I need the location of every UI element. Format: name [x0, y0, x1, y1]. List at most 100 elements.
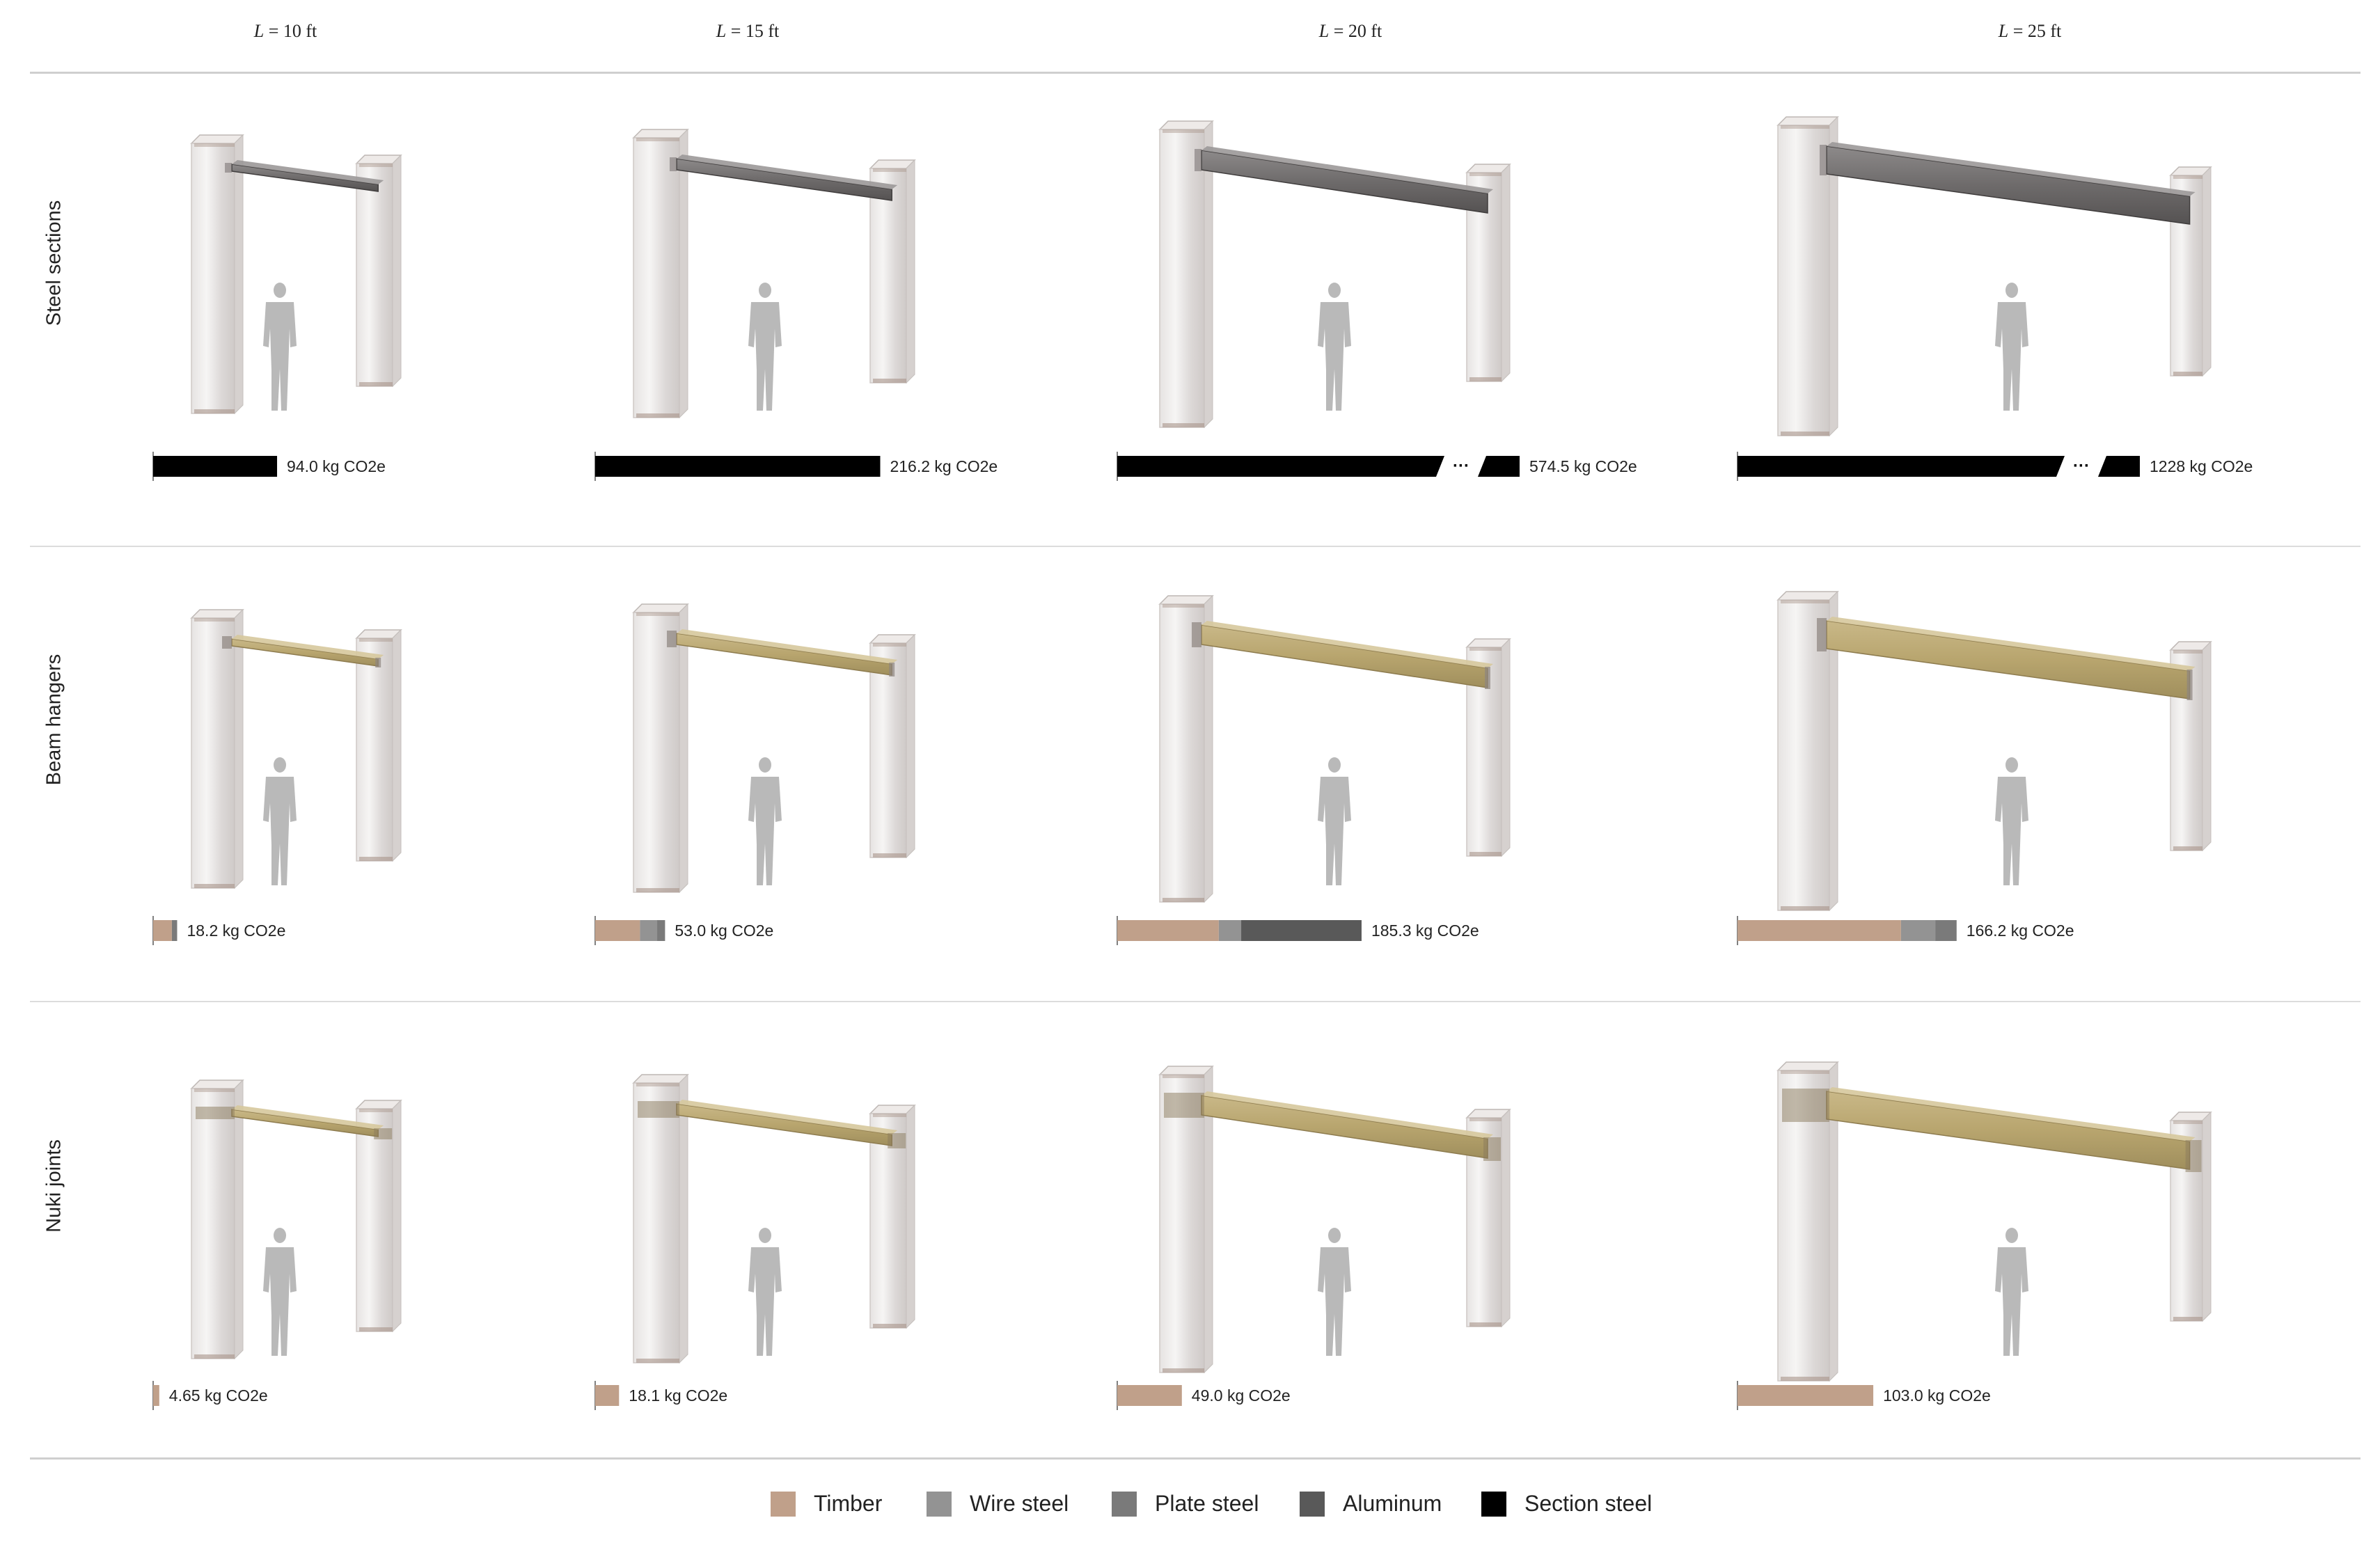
column-header-variable: L: [1998, 21, 2009, 41]
end-plate: [225, 163, 232, 173]
left-column: [190, 608, 244, 889]
legend-label-section-steel: Section steel: [1524, 1491, 1653, 1516]
beam: [1201, 624, 1488, 688]
frame-illustration: [632, 128, 916, 419]
legend-item-aluminum: Aluminum: [1300, 1491, 1442, 1517]
column-header-variable: L: [716, 21, 727, 41]
left-column: [632, 1073, 689, 1364]
left-column: [190, 134, 244, 415]
chart-canvas: 94.0 kg CO2e 216.2 kg CO2e ··· 574.5 kg CO2…: [152, 116, 2253, 1410]
nuki-tenon: [196, 1107, 235, 1119]
legend-item-timber: Timber: [771, 1491, 882, 1517]
bar-segment-wire-steel: [1900, 920, 1936, 941]
bar-segment-plate-steel: [1935, 920, 1957, 941]
nuki-tenon: [2185, 1140, 2202, 1172]
frame-illustration: [632, 1073, 916, 1364]
legend-label-aluminum: Aluminum: [1343, 1491, 1442, 1516]
person-silhouette-icon: [1995, 1228, 2028, 1356]
frame-illustration: [190, 134, 402, 415]
hanger-plate: [2186, 670, 2193, 700]
bar-value-label: 18.2 kg CO2e: [187, 922, 285, 940]
legend-swatch-section-steel: [1481, 1491, 1506, 1517]
left-column: [190, 1079, 244, 1360]
right-column: [355, 154, 402, 388]
carbon-bar: 18.2 kg CO2e: [152, 916, 285, 945]
carbon-bar: 53.0 kg CO2e: [594, 916, 773, 945]
bar-segment-timber: [153, 1385, 159, 1406]
legend-item-plate-steel: Plate steel: [1112, 1491, 1259, 1517]
carbon-bar: 216.2 kg CO2e: [594, 452, 998, 481]
nuki-tenon: [374, 1128, 393, 1139]
carbon-bar: 49.0 kg CO2e: [1117, 1381, 1291, 1410]
end-plate: [670, 157, 677, 171]
bar-segment-section-steel: [1117, 456, 1444, 477]
row-divider: [30, 1001, 2361, 1002]
carbon-bar: ··· 574.5 kg CO2e: [1117, 452, 1637, 481]
row-divider: [30, 546, 2361, 547]
bar-segment-wire-steel: [640, 920, 658, 941]
column-header-variable: L: [1318, 21, 1330, 41]
bar-value-label: 574.5 kg CO2e: [1529, 457, 1637, 475]
frame-illustration: [1776, 1061, 2212, 1382]
person-silhouette-icon: [748, 1228, 782, 1356]
bar-value-label: 49.0 kg CO2e: [1192, 1386, 1291, 1405]
carbon-bar: 103.0 kg CO2e: [1737, 1381, 1991, 1410]
bar-segment-timber: [1737, 920, 1901, 941]
person-silhouette-icon: [1318, 757, 1351, 885]
nuki-tenon: [1782, 1089, 1829, 1122]
person-silhouette-icon: [1995, 283, 2028, 411]
frame-illustration: [1158, 1065, 1511, 1374]
person-silhouette-icon: [1318, 283, 1351, 411]
legend-swatch-timber: [771, 1491, 796, 1517]
carbon-bar: 4.65 kg CO2e: [152, 1381, 268, 1410]
beam: [676, 158, 892, 201]
left-column: [632, 128, 689, 419]
legend-item-wire-steel: Wire steel: [927, 1491, 1069, 1517]
carbon-bar: 18.1 kg CO2e: [594, 1381, 727, 1410]
person-silhouette-icon: [1318, 1228, 1351, 1356]
bar-value-label: 94.0 kg CO2e: [287, 457, 386, 475]
beam: [1201, 150, 1488, 214]
bar-segment-section-steel-tail: [2098, 456, 2140, 477]
frame-illustration: [190, 1079, 402, 1360]
left-column: [632, 603, 689, 894]
person-silhouette-icon: [1995, 757, 2028, 885]
hanger-plate: [1485, 667, 1490, 689]
nuki-tenon: [1483, 1137, 1501, 1161]
row-label-nuki-joints: Nuki joints: [42, 1139, 65, 1233]
row-label-beam-hangers: Beam hangers: [42, 654, 65, 786]
legend-label-timber: Timber: [814, 1491, 883, 1516]
bar-value-label: 166.2 kg CO2e: [1967, 922, 2074, 940]
bar-segment-timber: [595, 920, 640, 941]
bar-segment-section-steel-tail: [1478, 456, 1520, 477]
bar-segment-timber: [1737, 1385, 1874, 1406]
column-header-value: = 10 ft: [264, 21, 317, 41]
hanger-plate: [667, 631, 677, 647]
column-header: L = 10 ft: [254, 21, 317, 42]
bar-value-label: 18.1 kg CO2e: [629, 1386, 727, 1405]
person-silhouette-icon: [748, 283, 782, 411]
bar-value-label: 1228 kg CO2e: [2150, 457, 2253, 475]
column-header-value: = 25 ft: [2008, 21, 2062, 41]
column-header-variable: L: [253, 21, 265, 41]
beam: [1201, 1095, 1488, 1159]
carbon-bar: 94.0 kg CO2e: [152, 452, 386, 481]
hanger-plate: [222, 636, 232, 649]
legend-label-wire-steel: Wire steel: [970, 1491, 1069, 1516]
bar-segment-section-steel: [1737, 456, 2065, 477]
bar-value-label: 185.3 kg CO2e: [1371, 922, 1479, 940]
legend-swatch-wire-steel: [927, 1491, 952, 1517]
legend-swatch-plate-steel: [1112, 1491, 1137, 1517]
bar-value-label: 103.0 kg CO2e: [1883, 1386, 1991, 1405]
frame-illustration: [1158, 594, 1511, 903]
frame-illustration: [1776, 590, 2212, 912]
frame-illustration: [190, 608, 402, 889]
legend-item-section-steel: Section steel: [1481, 1491, 1652, 1517]
beam: [676, 633, 892, 676]
bar-segment-plate-steel: [171, 920, 178, 941]
column-header: L = 15 ft: [716, 21, 780, 42]
column-header: L = 25 ft: [1999, 21, 2062, 42]
frame-illustration: [1776, 116, 2212, 437]
bar-segment-section-steel: [595, 456, 881, 477]
nuki-tenon: [638, 1101, 679, 1118]
